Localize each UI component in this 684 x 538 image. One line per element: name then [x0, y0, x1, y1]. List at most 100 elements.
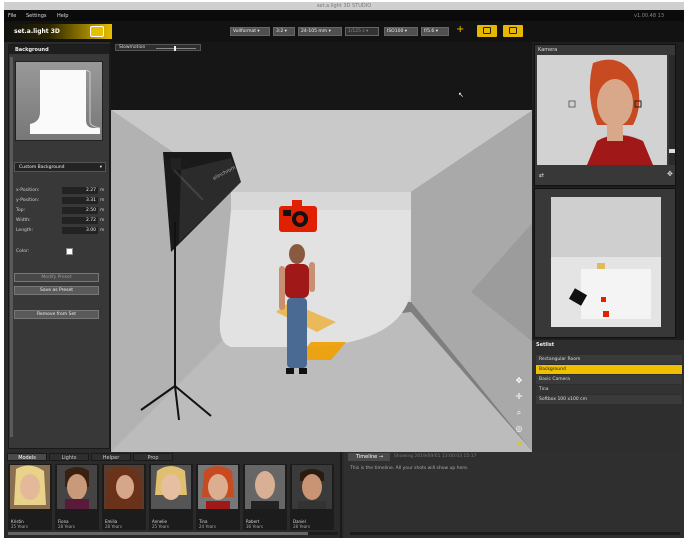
shutter-value: 1/125 s [348, 29, 365, 34]
model-thumbnail [198, 465, 238, 509]
field-input[interactable]: 3.00 [62, 227, 98, 234]
field-width: Width: 2.72 m [14, 217, 106, 225]
field-input[interactable]: 2.50 [62, 207, 98, 214]
menu-settings[interactable]: Settings [26, 13, 47, 19]
zoom-slider[interactable] [669, 55, 675, 165]
shutter-select[interactable]: 1/125 s ▾ [345, 27, 379, 36]
take-series-button[interactable] [503, 25, 523, 37]
slowmotion-slider[interactable]: Slowmotion [115, 44, 201, 51]
color-label: Color: [16, 249, 30, 254]
reset-view-icon[interactable]: ◎ [514, 424, 524, 434]
aperture-select[interactable]: f/5.6 ▾ [421, 27, 449, 36]
field-y-position: y-Position: 3.31 m [14, 197, 106, 205]
tab-helper[interactable]: Helper [91, 453, 131, 461]
camera-body-value: Vollformat [233, 29, 256, 34]
setlist-item[interactable]: Rectangular Room [536, 355, 682, 364]
model-card[interactable]: Annelie 25 Years [149, 464, 193, 530]
aperture-value: f/5.6 [424, 29, 435, 34]
splitter[interactable] [340, 452, 342, 538]
camera-preview-panel: Kamera ⇄ ✥ [534, 44, 676, 186]
timeline-tab[interactable]: Timeline → [348, 453, 390, 461]
scrollbar-thumb[interactable] [8, 532, 308, 535]
iso-select[interactable]: ISO100 ▾ [384, 27, 418, 36]
zoom-view-icon[interactable]: ⌕ [514, 408, 524, 418]
field-label: x-Position: [16, 188, 40, 193]
model-age: 24 Years [199, 524, 216, 529]
models-scrollbar[interactable] [8, 532, 338, 535]
setlist-item[interactable]: Tina [536, 385, 682, 394]
slider-thumb[interactable] [174, 46, 176, 51]
panel-header: Background [9, 45, 109, 54]
setlist-item[interactable]: Softbox 100 x100 cm [536, 395, 682, 404]
background-type-select[interactable]: Custom Background ▾ [14, 162, 106, 172]
tab-prop[interactable]: Prop [133, 453, 173, 461]
setlist-item-selected[interactable]: Background [536, 365, 682, 374]
take-photo-button[interactable] [477, 25, 497, 37]
aspect-ratio-value: 3:2 [276, 29, 284, 34]
studio-scene: elinchrom [111, 42, 532, 452]
camera-icon [483, 27, 491, 34]
rotate-view-icon[interactable]: ✥ [514, 376, 524, 386]
camera-logo-icon [90, 26, 104, 37]
field-unit: m [100, 218, 105, 223]
modify-preset-button[interactable]: Modify Preset [14, 273, 99, 282]
menu-file[interactable]: File [8, 13, 16, 19]
save-preset-button[interactable]: Save as Preset [14, 286, 99, 295]
move-icon[interactable]: ✥ [667, 170, 673, 178]
setlist-title: Setlist [536, 342, 555, 348]
color-row: Color: [14, 248, 106, 256]
top-view-camera[interactable] [603, 311, 609, 317]
camera-icon [509, 27, 517, 34]
background-preview [15, 61, 103, 141]
backdrop-icon [30, 69, 101, 134]
panel-scrollbar[interactable] [10, 57, 13, 437]
field-unit: m [100, 198, 105, 203]
timeline-label: Timeline [356, 454, 378, 460]
model-age: 36 Years [246, 524, 263, 529]
lens-select[interactable]: 24-105 mm ▾ [298, 27, 342, 36]
tab-models[interactable]: Models [7, 453, 47, 461]
zoom-slider-thumb[interactable] [669, 149, 675, 153]
3d-viewport[interactable]: elinchrom Slowmotion ↖ ✥ ✛ ⌕ ◎ ⌂ [110, 42, 532, 452]
aspect-ratio-select[interactable]: 3:2 ▾ [273, 27, 295, 36]
top-view-floor [581, 269, 651, 319]
model-age: 28 Years [58, 524, 75, 529]
model-age: 25 Years [11, 524, 28, 529]
model-thumbnail [151, 465, 191, 509]
portrait-preview [537, 55, 667, 165]
model-card[interactable]: Daniel 28 Years [290, 464, 334, 530]
arrow-right-icon: → [378, 454, 384, 460]
tab-lights[interactable]: Lights [49, 453, 89, 461]
remove-from-set-button[interactable]: Remove from Set [14, 310, 99, 319]
model-card[interactable]: Kristin 25 Years [8, 464, 52, 530]
home-view-icon[interactable]: ⌂ [514, 438, 524, 448]
model-card[interactable]: Robert 36 Years [243, 464, 287, 530]
model-age: 25 Years [152, 524, 169, 529]
field-input[interactable]: 2.72 [62, 217, 98, 224]
add-camera-plus-icon[interactable]: + [456, 24, 464, 36]
color-swatch[interactable] [66, 248, 73, 255]
field-label: Top: [16, 208, 26, 213]
model-card[interactable]: Emilia 28 Years [102, 464, 146, 530]
bottom-panel: Models Lights Helper Prop Kristin 25 Year… [4, 452, 684, 538]
pan-view-icon[interactable]: ✛ [514, 392, 524, 402]
menu-help[interactable]: Help [57, 13, 68, 19]
top-view-backdrop [551, 197, 661, 257]
model-card[interactable]: Tina 24 Years [196, 464, 240, 530]
iso-value: ISO100 [387, 29, 404, 34]
top-view-marker [597, 263, 605, 269]
top-view-model[interactable] [601, 297, 606, 302]
top-view-map[interactable] [551, 197, 661, 327]
timeline-scrollbar[interactable] [350, 532, 680, 535]
model-thumbnail [57, 465, 97, 509]
right-column: Kamera ⇄ ✥ Setlist Rectangular Room Back… [532, 42, 684, 452]
timeline-info: Showing 2019/09/01 13:00:03 15:17 [394, 454, 477, 459]
slider-track [156, 48, 196, 49]
setlist-item[interactable]: Basic Camera [536, 375, 682, 384]
field-input[interactable]: 2.27 [62, 187, 98, 194]
model-card[interactable]: Fiona 28 Years [55, 464, 99, 530]
swap-icon[interactable]: ⇄ [539, 172, 544, 179]
field-unit: m [100, 188, 105, 193]
camera-body-select[interactable]: Vollformat ▾ [230, 27, 270, 36]
field-input[interactable]: 3.31 [62, 197, 98, 204]
